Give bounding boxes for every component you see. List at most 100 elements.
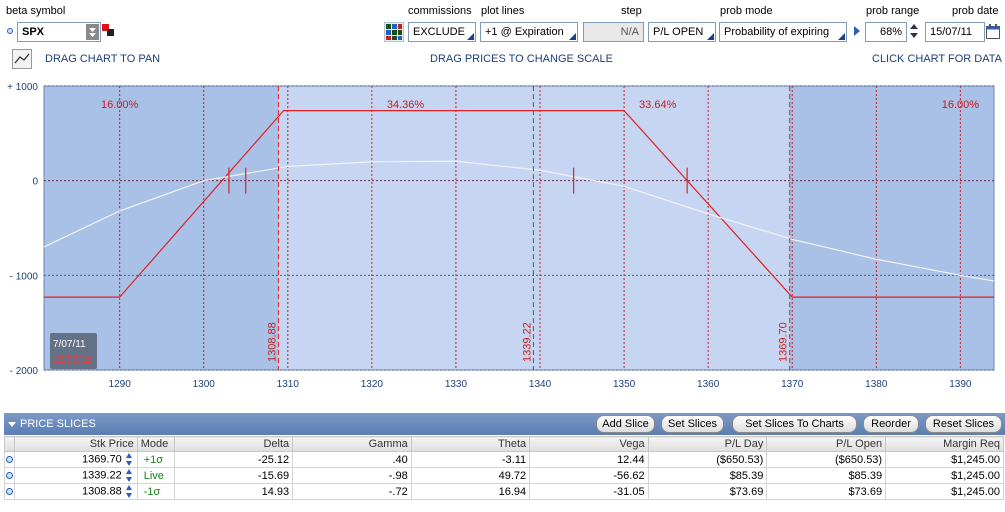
table-row[interactable]: 1369.70 +1σ -25.12 .40 -3.11 12.44 ($650…: [4, 451, 1004, 468]
probability-zones: [43, 85, 995, 371]
x-tick-label: 1350: [613, 379, 636, 390]
column-header-stk-price[interactable]: Stk Price: [13, 436, 138, 452]
vega-cell: -31.05: [529, 483, 649, 500]
table-row[interactable]: 1339.22 Live -15.69 -.98 49.72 -56.62 $8…: [4, 467, 1004, 484]
chart-mode-icon[interactable]: [12, 49, 32, 72]
plot-lines-label: plot lines: [481, 5, 525, 17]
row-select-radio[interactable]: [4, 483, 15, 500]
column-header-select: [4, 436, 15, 452]
x-tick-label: 1390: [949, 379, 972, 390]
risk-profile-chart[interactable]: + 1000 0 - 1000 - 2000 1290 1300 1310 1320 1330…: [0, 72, 1005, 402]
stk-price-value: 1369.70: [81, 453, 122, 466]
calendar-icon[interactable]: [986, 24, 1000, 42]
current-date-label: 7/07/11: [53, 339, 86, 350]
grid-palette-icon[interactable]: [383, 21, 405, 45]
mode-cell: -1σ: [136, 483, 175, 500]
symbol-color-icon[interactable]: [101, 23, 115, 40]
set-slices-button[interactable]: Set Slices: [661, 415, 724, 433]
row-select-radio[interactable]: [4, 467, 15, 484]
prob-date-label: prob date: [952, 5, 999, 17]
x-tick-label: 1370: [781, 379, 804, 390]
pl-open-cell: ($650.53): [766, 451, 887, 468]
margin-req-cell: $1,245.00: [885, 451, 1004, 468]
inner-probability-zone: [278, 86, 790, 370]
probability-label: 16.00%: [101, 99, 139, 111]
reorder-button[interactable]: Reorder: [863, 415, 919, 433]
column-header-pl-open[interactable]: P/L Open: [766, 436, 887, 452]
add-slice-button[interactable]: Add Slice: [596, 415, 655, 433]
expiry-date-label: 15/07/11: [53, 355, 92, 366]
delta-cell: -15.69: [173, 467, 294, 484]
stk-price-value: 1339.22: [81, 469, 122, 482]
column-header-gamma[interactable]: Gamma: [292, 436, 412, 452]
pl-day-cell: $73.69: [647, 483, 768, 500]
plot-lines-select[interactable]: +1 @ Expiration: [480, 22, 578, 42]
x-tick-label: 1300: [193, 379, 216, 390]
probability-label: 16.00%: [942, 99, 980, 111]
theta-cell: 49.72: [410, 467, 531, 484]
column-header-pl-day[interactable]: P/L Day: [647, 436, 768, 452]
vega-cell: -56.62: [529, 467, 649, 484]
stk-price-stepper[interactable]: [125, 485, 134, 498]
prob-mode-select[interactable]: Probability of expiring: [719, 22, 847, 42]
pan-hint: DRAG CHART TO PAN: [45, 53, 161, 65]
delta-cell: 14.93: [173, 483, 294, 500]
price-slice-label: 1369.70: [778, 322, 790, 362]
arrow-right-icon[interactable]: [853, 25, 861, 40]
step-label: step: [621, 5, 642, 17]
x-tick-label: 1330: [445, 379, 468, 390]
theta-cell: 16.94: [410, 483, 531, 500]
stk-price-stepper[interactable]: [125, 453, 134, 466]
data-hint: CLICK CHART FOR DATA: [872, 53, 1002, 65]
price-slice-label: 1308.88: [266, 322, 278, 362]
prob-range-stepper[interactable]: [908, 22, 919, 42]
pl-open-cell: $85.39: [766, 467, 887, 484]
stk-price-stepper[interactable]: [125, 469, 134, 482]
column-header-margin-req[interactable]: Margin Req: [885, 436, 1004, 452]
prob-mode-label: prob mode: [720, 5, 773, 17]
y-tick-label: - 2000: [10, 366, 39, 377]
margin-req-cell: $1,245.00: [885, 483, 1004, 500]
pl-day-cell: $85.39: [647, 467, 768, 484]
x-axis-ticks: 1290 1300 1310 1320 1330 1340 1350 1360 1370 1380…: [109, 379, 972, 390]
beta-symbol-label: beta symbol: [6, 5, 66, 17]
stk-price-cell[interactable]: 1369.70: [13, 451, 138, 468]
column-header-vega[interactable]: Vega: [529, 436, 649, 452]
column-header-theta[interactable]: Theta: [410, 436, 531, 452]
delta-cell: -25.12: [173, 451, 294, 468]
x-tick-label: 1290: [109, 379, 132, 390]
step-input: N/A: [583, 22, 644, 42]
row-select-radio[interactable]: [4, 451, 15, 468]
x-tick-label: 1310: [277, 379, 300, 390]
symbol-radio[interactable]: [7, 28, 13, 34]
stk-price-value: 1308.88: [81, 485, 122, 498]
column-header-delta[interactable]: Delta: [173, 436, 294, 452]
collapse-triangle-icon[interactable]: [8, 422, 16, 427]
set-slices-to-charts-button[interactable]: Set Slices To Charts: [732, 415, 857, 433]
stk-price-cell[interactable]: 1308.88: [13, 483, 138, 500]
probability-label: 34.36%: [387, 99, 425, 111]
margin-req-cell: $1,245.00: [885, 467, 1004, 484]
column-header-mode[interactable]: Mode: [136, 436, 175, 452]
table-row[interactable]: 1308.88 -1σ 14.93 -.72 16.94 -31.05 $73.…: [4, 483, 1004, 500]
stk-price-cell[interactable]: 1339.22: [13, 467, 138, 484]
pl-open-cell: $73.69: [766, 483, 887, 500]
x-tick-label: 1380: [865, 379, 888, 390]
table-header-row: Stk Price Mode Delta Gamma Theta Vega P/…: [4, 436, 1004, 452]
commissions-select[interactable]: EXCLUDE: [408, 22, 476, 42]
y-axis-ticks: + 1000 0 - 1000 - 2000: [7, 82, 38, 377]
commissions-label: commissions: [408, 5, 472, 17]
mode-cell: Live: [136, 467, 175, 484]
prob-range-input[interactable]: 68%: [865, 22, 907, 42]
probability-label: 33.64%: [639, 99, 677, 111]
pl-mode-select[interactable]: P/L OPEN: [648, 22, 716, 42]
y-tick-label: 0: [32, 177, 38, 188]
price-slices-table: Stk Price Mode Delta Gamma Theta Vega P/…: [4, 436, 1004, 500]
y-tick-label: + 1000: [7, 82, 38, 93]
prob-range-label: prob range: [866, 5, 920, 17]
prob-date-input[interactable]: 15/07/11: [925, 22, 985, 42]
gamma-cell: -.72: [292, 483, 412, 500]
symbol-dropdown-icon[interactable]: [86, 24, 99, 40]
reset-slices-button[interactable]: Reset Slices: [925, 415, 1002, 433]
gamma-cell: .40: [292, 451, 412, 468]
